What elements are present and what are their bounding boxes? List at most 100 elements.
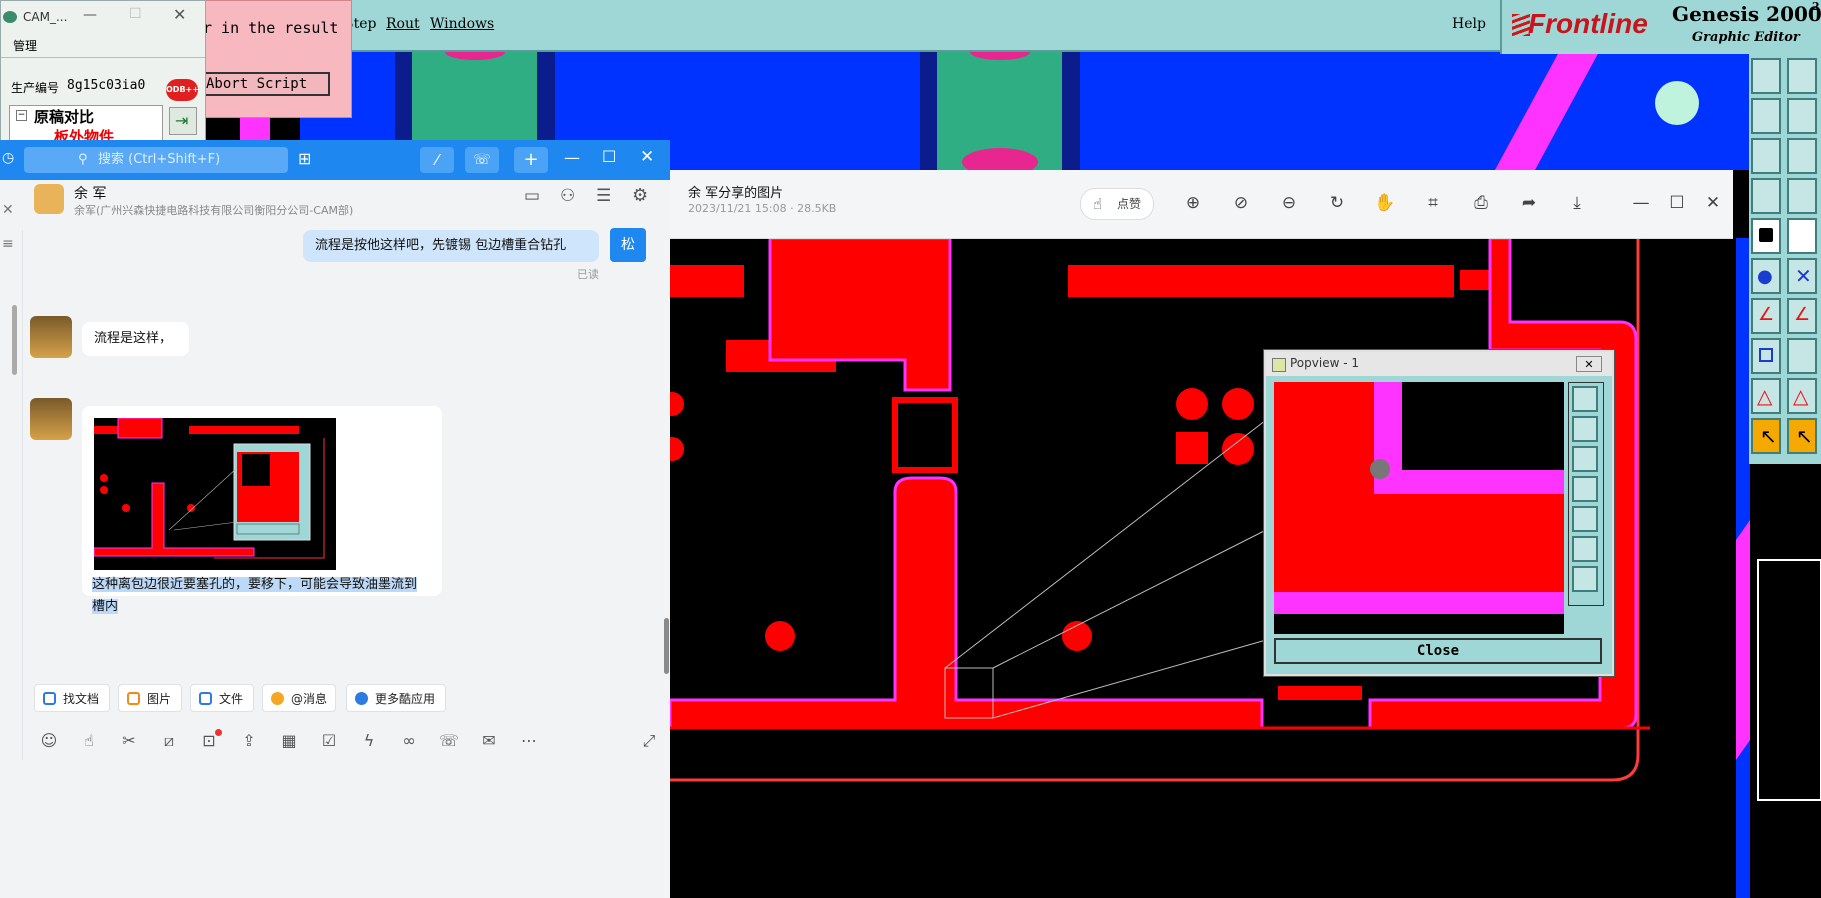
thumbs-up-icon[interactable]: ☝ (78, 730, 100, 752)
add-button[interactable]: + (514, 147, 548, 173)
viewer-minimize-button[interactable]: — (1630, 192, 1652, 214)
tool-layers-icon[interactable] (1751, 178, 1781, 214)
odb-icon[interactable]: ODB++ (166, 79, 199, 101)
popview-close-icon[interactable]: ✕ (1576, 356, 1602, 372)
sender-avatar[interactable] (30, 316, 72, 358)
upload-icon[interactable]: ⇪ (238, 730, 260, 752)
chat-maximize-button[interactable]: ☐ (602, 147, 616, 166)
tool-measure-icon[interactable] (1787, 338, 1817, 374)
sent-message[interactable]: 流程是按他这样吧，先镀锡 包边槽重合钻孔 (303, 230, 599, 262)
tool-insert-icon[interactable] (1751, 58, 1781, 94)
cam-menu-manage[interactable]: 管理 (13, 37, 37, 54)
popview-zoom-canvas[interactable] (1274, 382, 1564, 634)
file-button[interactable]: 文件 (190, 684, 254, 712)
calendar-icon[interactable]: ▦ (278, 730, 300, 752)
message-input-area[interactable] (22, 760, 670, 898)
menu-rout[interactable]: Rout (386, 16, 420, 32)
download-icon[interactable]: ⤓ (1566, 192, 1588, 214)
close-icon[interactable]: ✕ (2, 202, 14, 218)
call-button[interactable]: ☏ (465, 147, 499, 173)
tool-pointer-alt-icon[interactable]: ↖ (1787, 418, 1817, 454)
emoji-icon[interactable]: ☺ (38, 730, 60, 752)
popview-tool-1-icon[interactable] (1572, 386, 1598, 412)
chat-minimize-button[interactable]: — (564, 148, 580, 167)
rail-scroll-thumb[interactable] (12, 305, 17, 375)
lightning-icon[interactable]: ϟ (358, 730, 380, 752)
compose-button[interactable]: ⁄ (420, 147, 454, 173)
cam-maximize-button[interactable]: ☐ (129, 6, 142, 22)
tool-fit-icon[interactable] (1751, 138, 1781, 174)
tool-angle-icon[interactable]: ∠ (1751, 298, 1781, 334)
clock-icon[interactable]: ◷ (2, 150, 14, 166)
chat-scrollbar[interactable] (664, 618, 669, 674)
add-member-icon[interactable]: ⚇ (560, 186, 575, 206)
tool-zoom-right-icon[interactable] (1787, 98, 1817, 134)
menu-windows[interactable]: Windows (430, 16, 494, 32)
popview-tool-6-icon[interactable] (1572, 536, 1598, 562)
tool-zoom-left-icon[interactable] (1751, 98, 1781, 134)
zoom-in-icon[interactable]: ⊕ (1182, 192, 1204, 214)
sent-message-text: 流程是按他这样吧，先镀锡 包边槽重合钻孔 (315, 238, 567, 253)
like-button[interactable]: ☝ 点赞 (1080, 188, 1154, 220)
shortcut-icon[interactable]: ⧄ (158, 730, 180, 752)
tool-select-icon[interactable] (1751, 218, 1781, 254)
tool-grid-icon[interactable] (1787, 178, 1817, 214)
rotate-icon[interactable]: ↻ (1326, 192, 1348, 214)
popview-close-button[interactable]: Close (1274, 638, 1602, 664)
mail-icon[interactable]: ✉ (478, 730, 500, 752)
actual-size-icon[interactable]: ⊘ (1230, 192, 1252, 214)
scissors-icon[interactable]: ✂ (118, 730, 140, 752)
viewer-close-button[interactable]: ✕ (1702, 192, 1724, 214)
find-doc-button[interactable]: 找文档 (34, 684, 110, 712)
more-apps-button[interactable]: 更多酷应用 (346, 684, 446, 712)
ocr-icon[interactable]: ⌗ (1422, 192, 1444, 214)
sender-avatar-2[interactable] (30, 398, 72, 440)
image-thumbnail[interactable] (94, 418, 336, 570)
tool-nodes-icon[interactable]: ● (1751, 258, 1781, 294)
my-avatar[interactable]: 松 (610, 228, 646, 262)
popview-tool-7-icon[interactable] (1572, 566, 1598, 592)
share-icon[interactable]: ➦ (1518, 192, 1540, 214)
contact-avatar[interactable] (34, 184, 64, 214)
cam-minimize-button[interactable]: — (83, 7, 97, 23)
tool-fit-alt-icon[interactable] (1787, 138, 1817, 174)
menu-icon[interactable]: ≡ (2, 236, 14, 252)
settings-icon[interactable]: ⚙ (632, 185, 648, 206)
more-icon[interactable]: ⋯ (518, 730, 540, 752)
abort-script-button[interactable]: Abort Script (200, 72, 330, 96)
tree-root-label[interactable]: 原稿对比 (34, 106, 94, 127)
chat-close-button[interactable]: ✕ (640, 147, 654, 167)
expand-icon[interactable]: ⤢ (638, 730, 660, 752)
folder-icon[interactable]: ▭ (524, 186, 540, 206)
image-button[interactable]: 图片 (118, 684, 182, 712)
chat-search-input[interactable]: ⚲ 搜索 (Ctrl+Shift+F) (24, 147, 288, 173)
tool-triangle-icon[interactable]: △ (1751, 378, 1781, 414)
mention-button[interactable]: @消息 (262, 684, 336, 712)
image-message[interactable]: 这种离包边很近要塞孔的，要移下，可能会导致油墨流到槽内 (82, 406, 442, 614)
link-icon[interactable]: ∞ (398, 730, 420, 752)
tool-insert-alt-icon[interactable] (1787, 58, 1817, 94)
tree-expand-icon[interactable]: − (16, 110, 27, 121)
popview-tool-2-icon[interactable] (1572, 416, 1598, 442)
received-message[interactable]: 流程是这样， (82, 322, 189, 356)
task-icon[interactable]: ☑ (318, 730, 340, 752)
apps-grid-icon[interactable]: ⊞ (298, 149, 311, 168)
exit-icon[interactable]: ⇥ (169, 107, 197, 135)
tool-triangle-alt-icon[interactable]: △ (1787, 378, 1817, 414)
cam-close-button[interactable]: ✕ (173, 5, 186, 24)
popview-tool-3-icon[interactable] (1572, 446, 1598, 472)
tool-cross-icon[interactable]: ✕ (1787, 258, 1817, 294)
search-history-icon[interactable]: ☰ (596, 186, 611, 206)
zoom-out-icon[interactable]: ⊖ (1278, 192, 1300, 214)
hand-icon[interactable]: ✋ (1374, 192, 1396, 214)
popview-tool-4-icon[interactable] (1572, 476, 1598, 502)
phone-icon[interactable]: ☏ (438, 730, 460, 752)
print-icon[interactable]: ⎙ (1470, 192, 1492, 214)
viewer-maximize-button[interactable]: ☐ (1666, 192, 1688, 214)
popview-tool-5-icon[interactable] (1572, 506, 1598, 532)
tool-line-icon[interactable] (1787, 218, 1817, 254)
tool-pointer-icon[interactable]: ↖ (1751, 418, 1781, 454)
tool-angle-alt-icon[interactable]: ∠ (1787, 298, 1817, 334)
tool-pad-icon[interactable] (1751, 338, 1781, 374)
menu-help[interactable]: Help (1452, 16, 1486, 32)
